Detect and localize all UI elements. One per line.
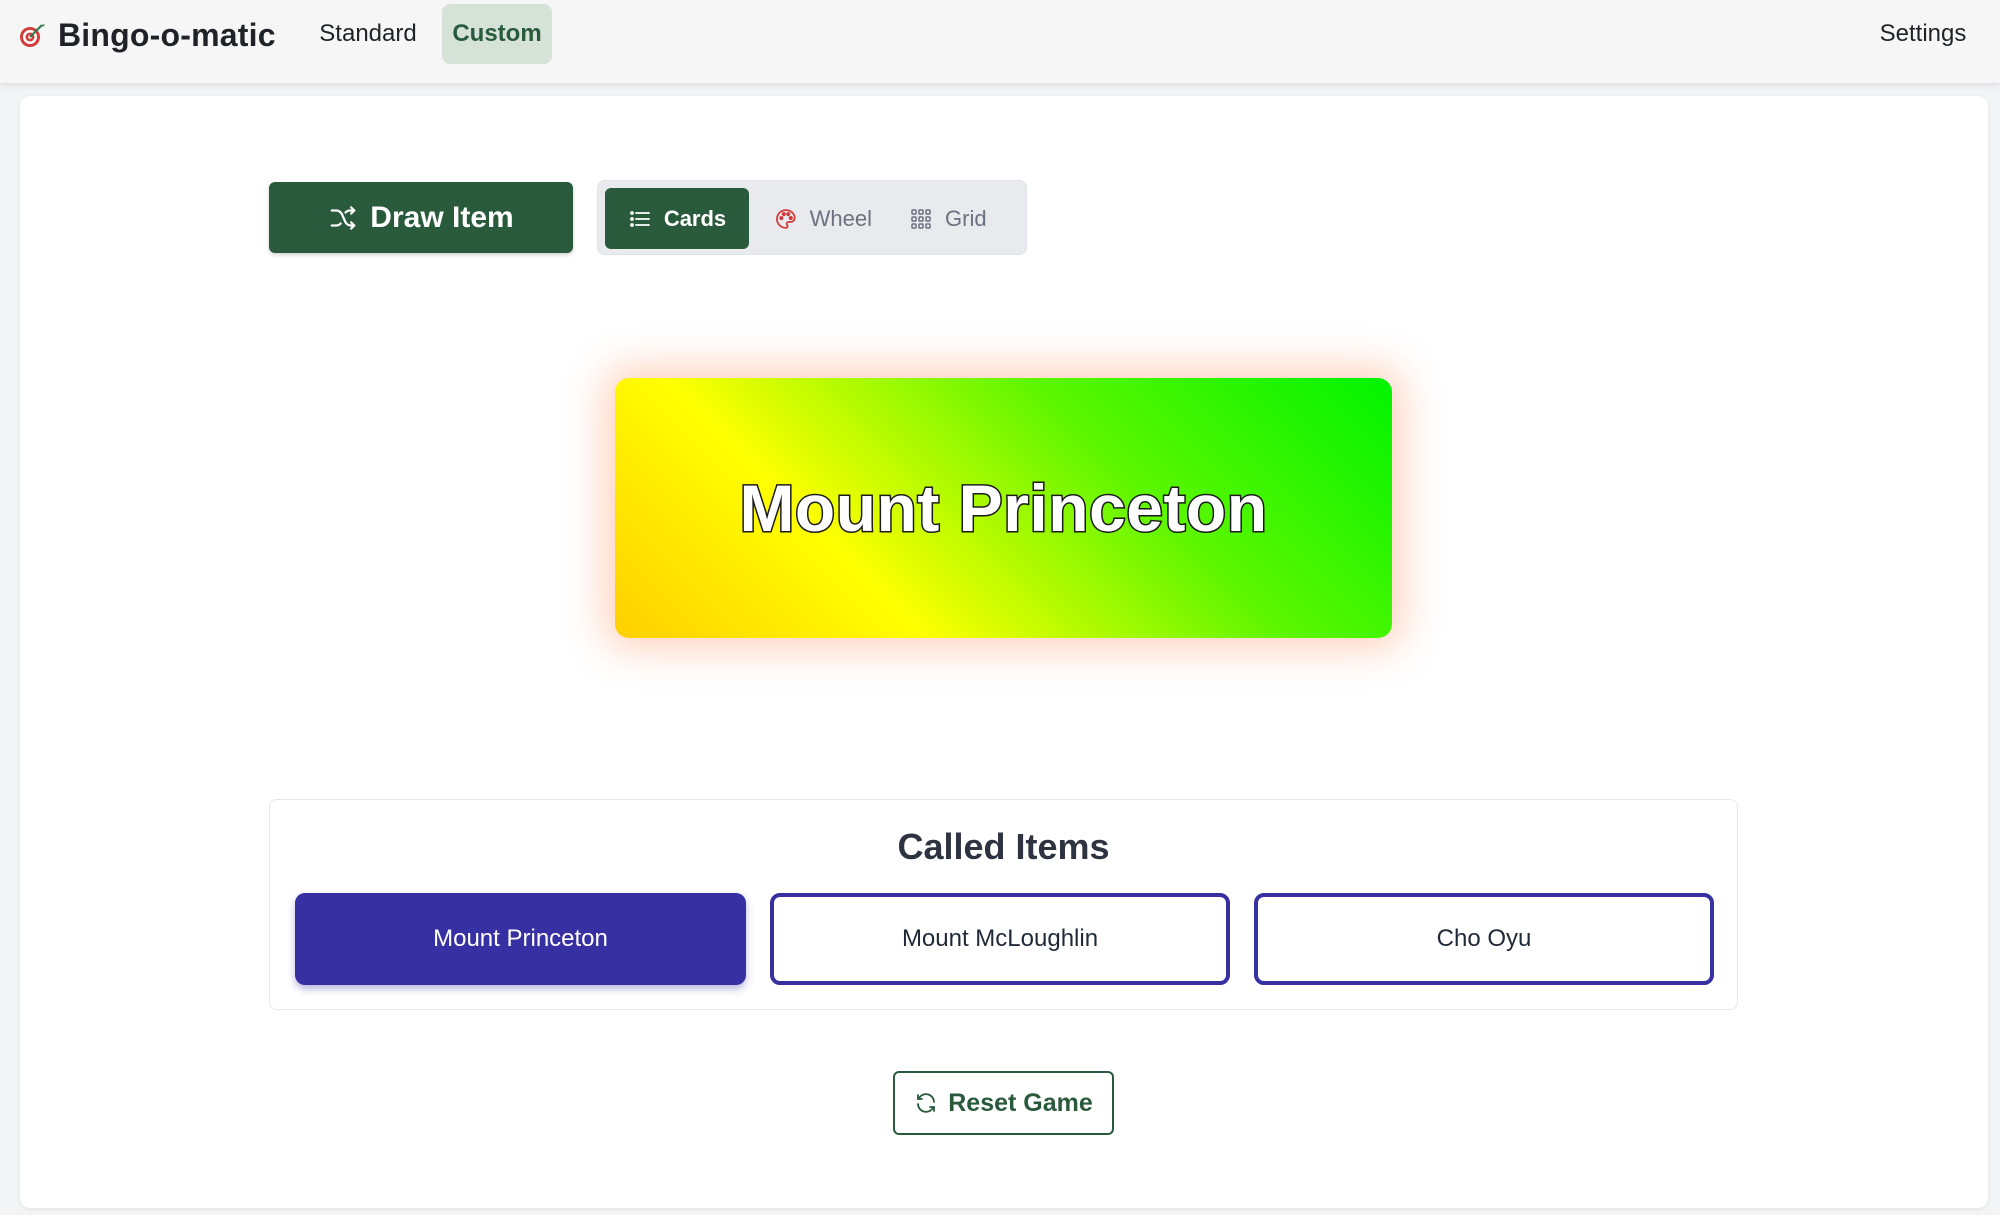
view-grid-tab[interactable]: Grid bbox=[893, 188, 1013, 249]
view-mode-toggle: Cards Wheel Grid bbox=[597, 180, 1027, 255]
called-item[interactable]: Mount Princeton bbox=[295, 893, 746, 985]
nav-custom[interactable]: Custom bbox=[442, 4, 552, 64]
current-item-label: Mount Princeton bbox=[738, 470, 1269, 547]
main-panel bbox=[20, 96, 1988, 1208]
reset-game-label: Reset Game bbox=[948, 1088, 1093, 1117]
called-item[interactable]: Mount McLoughlin bbox=[770, 893, 1230, 985]
top-navbar: Bingo-o-matic Standard Custom Settings bbox=[0, 0, 2000, 84]
shuffle-icon bbox=[330, 205, 356, 230]
view-wheel-label: Wheel bbox=[809, 205, 872, 231]
reset-game-button[interactable]: Reset Game bbox=[893, 1071, 1114, 1135]
nav-settings[interactable]: Settings bbox=[1868, 4, 1978, 64]
called-items-title: Called Items bbox=[897, 826, 1110, 867]
grid-icon bbox=[911, 208, 931, 229]
called-items-panel: Called Items Mount Princeton Mount McLou… bbox=[269, 799, 1738, 1010]
target-icon bbox=[20, 24, 45, 47]
app-name: Bingo-o-matic bbox=[58, 16, 276, 53]
list-icon bbox=[629, 210, 650, 227]
current-item-card: Mount Princeton bbox=[615, 378, 1392, 638]
brand[interactable]: Bingo-o-matic bbox=[18, 16, 276, 54]
refresh-icon bbox=[917, 1093, 936, 1113]
draw-item-button[interactable]: Draw Item bbox=[269, 182, 573, 253]
draw-item-label: Draw Item bbox=[370, 200, 514, 234]
view-cards-label: Cards bbox=[663, 205, 727, 231]
nav-standard[interactable]: Standard bbox=[308, 4, 428, 64]
view-cards-tab[interactable]: Cards bbox=[605, 188, 749, 249]
called-item[interactable]: Cho Oyu bbox=[1254, 893, 1714, 985]
view-wheel-tab[interactable]: Wheel bbox=[758, 188, 888, 249]
view-grid-label: Grid bbox=[945, 205, 987, 231]
palette-icon bbox=[776, 208, 796, 229]
